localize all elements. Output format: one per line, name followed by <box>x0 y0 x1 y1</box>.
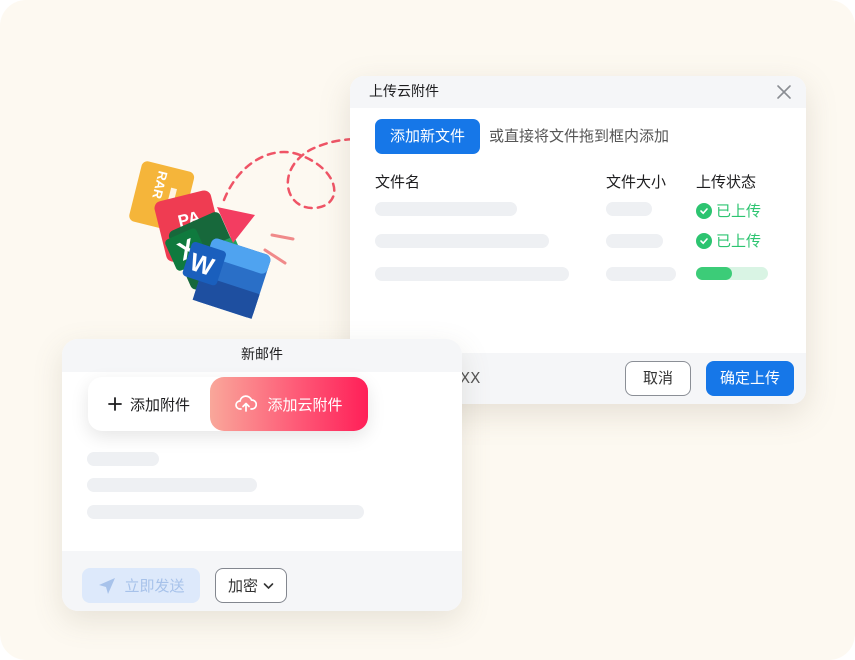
add-cloud-attachment-label: 添加云附件 <box>267 395 343 414</box>
status-text: 已上传 <box>716 202 762 220</box>
plus-icon <box>108 397 122 411</box>
add-cloud-attachment-button[interactable]: 添加云附件 <box>210 377 368 431</box>
cancel-button[interactable]: 取消 <box>625 361 691 396</box>
add-attachment-label: 添加附件 <box>129 395 190 414</box>
column-header-name: 文件名 <box>375 173 421 191</box>
column-header-status: 上传状态 <box>696 173 757 191</box>
column-header-size: 文件大小 <box>606 173 667 191</box>
status-text: 已上传 <box>716 232 762 250</box>
compose-footer: 立即发送 加密 <box>62 551 462 611</box>
dialog-title: 上传云附件 <box>369 84 439 100</box>
upload-progress-fill <box>696 267 732 280</box>
file-name-placeholder <box>375 267 569 281</box>
send-label: 立即发送 <box>124 577 185 595</box>
check-circle-icon <box>696 202 712 219</box>
check-circle-icon <box>696 232 712 249</box>
body-line-placeholder <box>87 478 257 492</box>
body-line-placeholder <box>87 452 159 466</box>
send-icon <box>99 577 116 594</box>
file-name-placeholder <box>375 234 549 248</box>
upload-status-done: 已上传 <box>696 200 761 221</box>
add-attachment-button[interactable]: 添加附件 <box>88 377 210 431</box>
file-size-placeholder <box>606 202 652 216</box>
add-new-file-button[interactable]: 添加新文件 <box>375 119 480 154</box>
send-now-button[interactable]: 立即发送 <box>82 568 200 603</box>
attachment-options: 添加附件 添加云附件 <box>88 377 368 431</box>
cloud-upload-icon <box>235 395 258 412</box>
compose-title: 新邮件 <box>62 339 462 372</box>
chevron-down-icon <box>263 582 274 589</box>
upload-progress-bar <box>696 267 768 280</box>
file-size-placeholder <box>606 234 663 248</box>
canvas: RAR PA X W 上传云附件 添加新文件 或直接将文件拖到框内添加 文件名 … <box>0 0 855 660</box>
confirm-upload-button[interactable]: 确定上传 <box>706 361 794 396</box>
files-cluster-icon: RAR PA X W <box>129 161 295 319</box>
upload-status-done: 已上传 <box>696 230 761 251</box>
file-name-placeholder <box>375 202 517 216</box>
close-icon[interactable] <box>774 82 794 102</box>
files-illustration: RAR PA X W <box>125 155 295 325</box>
encrypt-label: 加密 <box>227 577 258 595</box>
body-line-placeholder <box>87 505 364 519</box>
drag-hint: 或直接将文件拖到框内添加 <box>489 127 670 145</box>
file-size-placeholder <box>606 267 676 281</box>
encrypt-dropdown[interactable]: 加密 <box>215 568 287 603</box>
dialog-header: 上传云附件 <box>350 76 806 108</box>
